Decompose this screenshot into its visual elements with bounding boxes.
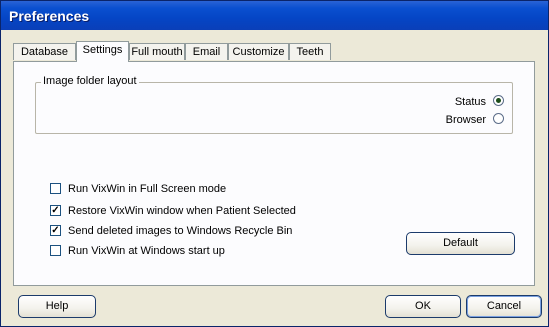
help-button[interactable]: Help <box>18 295 96 318</box>
tab-settings[interactable]: Settings <box>76 41 129 62</box>
image-folder-layout-legend: Image folder layout <box>41 75 139 87</box>
ok-button[interactable]: OK <box>385 295 461 318</box>
preferences-dialog: Preferences Database Settings Full mouth… <box>0 0 549 327</box>
recycle-bin-checkbox[interactable]: ✓ <box>50 225 61 236</box>
startup-checkbox[interactable] <box>50 245 61 256</box>
status-radio[interactable] <box>493 95 504 106</box>
default-button[interactable]: Default <box>406 232 515 255</box>
image-folder-layout-group: Image folder layout Status Browser <box>35 75 513 134</box>
restore-window-label[interactable]: Restore VixWin window when Patient Selec… <box>68 204 296 218</box>
full-screen-label[interactable]: Run VixWin in Full Screen mode <box>68 182 226 196</box>
title-bar[interactable]: Preferences <box>1 1 548 30</box>
browser-label[interactable]: Browser <box>446 113 486 127</box>
tab-full-mouth[interactable]: Full mouth <box>129 43 185 60</box>
recycle-bin-label[interactable]: Send deleted images to Windows Recycle B… <box>68 224 292 238</box>
restore-window-checkbox[interactable]: ✓ <box>50 205 61 216</box>
window-title: Preferences <box>9 8 90 24</box>
tab-email[interactable]: Email <box>185 43 228 60</box>
browser-radio[interactable] <box>493 113 504 124</box>
full-screen-checkbox[interactable] <box>50 183 61 194</box>
settings-panel: Image folder layout Status Browser Run V… <box>13 61 535 286</box>
startup-label[interactable]: Run VixWin at Windows start up <box>68 244 225 258</box>
tab-teeth[interactable]: Teeth <box>289 43 331 60</box>
status-label[interactable]: Status <box>455 95 486 109</box>
cancel-button[interactable]: Cancel <box>466 295 542 318</box>
tab-database[interactable]: Database <box>13 43 76 60</box>
tab-customize[interactable]: Customize <box>228 43 289 60</box>
